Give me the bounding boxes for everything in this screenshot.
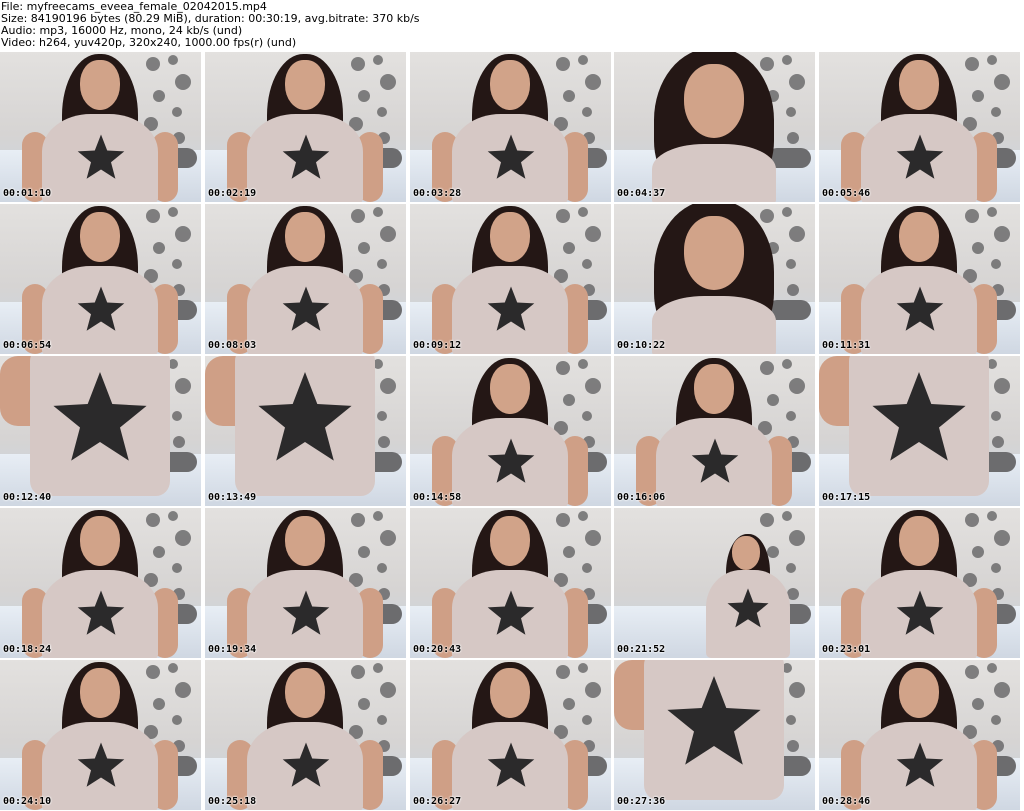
timestamp-label: 00:20:43 xyxy=(413,644,462,655)
star-print xyxy=(281,742,331,792)
star-print xyxy=(895,590,945,640)
video-thumbnail: 00:21:52 xyxy=(614,508,815,658)
video-thumbnail: 00:12:40 xyxy=(0,356,201,506)
timestamp-label: 00:18:24 xyxy=(3,644,52,655)
video-thumbnail: 00:20:43 xyxy=(410,508,611,658)
star-print xyxy=(895,286,945,336)
face xyxy=(285,668,325,718)
star-print xyxy=(76,134,126,184)
timestamp-label: 00:25:18 xyxy=(208,796,257,807)
video-thumbnail: 00:24:10 xyxy=(0,660,201,810)
star-print xyxy=(486,286,536,336)
face xyxy=(490,668,530,718)
star-print xyxy=(690,438,740,488)
timestamp-label: 00:19:34 xyxy=(208,644,257,655)
video-thumbnail: 00:13:49 xyxy=(205,356,406,506)
face xyxy=(490,60,530,110)
star-print xyxy=(486,590,536,640)
star-print xyxy=(281,134,331,184)
timestamp-label: 00:21:52 xyxy=(617,644,666,655)
video-thumbnail: 00:17:15 xyxy=(819,356,1020,506)
file-info-header: File: myfreecams_eveea_female_02042015.m… xyxy=(0,0,1024,52)
video-thumbnail: 00:28:46 xyxy=(819,660,1020,810)
timestamp-label: 00:24:10 xyxy=(3,796,52,807)
face xyxy=(899,60,939,110)
face xyxy=(80,516,120,566)
face xyxy=(80,668,120,718)
timestamp-label: 00:14:58 xyxy=(413,492,462,503)
face xyxy=(490,516,530,566)
star-print xyxy=(76,742,126,792)
timestamp-label: 00:04:37 xyxy=(617,188,666,199)
shirt xyxy=(652,296,776,354)
thumbnail-grid: 00:01:10 00:02:19 00:03:28 00:04:37 00:05:46… xyxy=(0,52,1024,811)
video-thumbnail: 00:09:12 xyxy=(410,204,611,354)
star-print xyxy=(76,286,126,336)
timestamp-label: 00:08:03 xyxy=(208,340,257,351)
face xyxy=(732,536,760,570)
video-thumbnail: 00:25:18 xyxy=(205,660,406,810)
face xyxy=(684,64,744,138)
timestamp-label: 00:12:40 xyxy=(3,492,52,503)
timestamp-label: 00:09:12 xyxy=(413,340,462,351)
star-print xyxy=(895,742,945,792)
video-thumbnail: 00:06:54 xyxy=(0,204,201,354)
star-print xyxy=(895,134,945,184)
video-thumbnail: 00:11:31 xyxy=(819,204,1020,354)
timestamp-label: 00:05:46 xyxy=(822,188,871,199)
video-thumbnail: 00:16:06 xyxy=(614,356,815,506)
video-thumbnail: 00:26:27 xyxy=(410,660,611,810)
star-print xyxy=(869,371,969,471)
face xyxy=(285,60,325,110)
video-thumbnail: 00:14:58 xyxy=(410,356,611,506)
timestamp-label: 00:27:36 xyxy=(617,796,666,807)
star-print xyxy=(50,371,150,471)
timestamp-label: 00:10:22 xyxy=(617,340,666,351)
face xyxy=(899,668,939,718)
video-thumbnail: 00:05:46 xyxy=(819,52,1020,202)
timestamp-label: 00:16:06 xyxy=(617,492,666,503)
timestamp-label: 00:02:19 xyxy=(208,188,257,199)
star-print xyxy=(664,675,764,775)
timestamp-label: 00:06:54 xyxy=(3,340,52,351)
video-thumbnail: 00:03:28 xyxy=(410,52,611,202)
star-print xyxy=(486,134,536,184)
star-print xyxy=(486,438,536,488)
star-print xyxy=(76,590,126,640)
video-thumbnail: 00:18:24 xyxy=(0,508,201,658)
face xyxy=(80,60,120,110)
face xyxy=(694,364,734,414)
video-thumbnail: 00:23:01 xyxy=(819,508,1020,658)
face xyxy=(490,364,530,414)
face xyxy=(899,212,939,262)
timestamp-label: 00:01:10 xyxy=(3,188,52,199)
timestamp-label: 00:13:49 xyxy=(208,492,257,503)
face xyxy=(285,516,325,566)
star-print xyxy=(281,286,331,336)
face xyxy=(899,516,939,566)
star-print xyxy=(281,590,331,640)
video-thumbnail: 00:10:22 xyxy=(614,204,815,354)
star-print xyxy=(726,588,770,632)
video-thumbnail: 00:08:03 xyxy=(205,204,406,354)
video-thumbnail: 00:01:10 xyxy=(0,52,201,202)
video-info-line: Video: h264, yuv420p, 320x240, 1000.00 f… xyxy=(1,36,297,49)
star-print xyxy=(255,371,355,471)
video-thumbnail: 00:19:34 xyxy=(205,508,406,658)
star-print xyxy=(486,742,536,792)
timestamp-label: 00:11:31 xyxy=(822,340,871,351)
face xyxy=(80,212,120,262)
video-thumbnail: 00:02:19 xyxy=(205,52,406,202)
timestamp-label: 00:17:15 xyxy=(822,492,871,503)
video-thumbnail: 00:04:37 xyxy=(614,52,815,202)
video-thumbnail: 00:27:36 xyxy=(614,660,815,810)
timestamp-label: 00:03:28 xyxy=(413,188,462,199)
face xyxy=(285,212,325,262)
face xyxy=(684,216,744,290)
shirt xyxy=(652,144,776,202)
timestamp-label: 00:26:27 xyxy=(413,796,462,807)
face xyxy=(490,212,530,262)
timestamp-label: 00:23:01 xyxy=(822,644,871,655)
timestamp-label: 00:28:46 xyxy=(822,796,871,807)
